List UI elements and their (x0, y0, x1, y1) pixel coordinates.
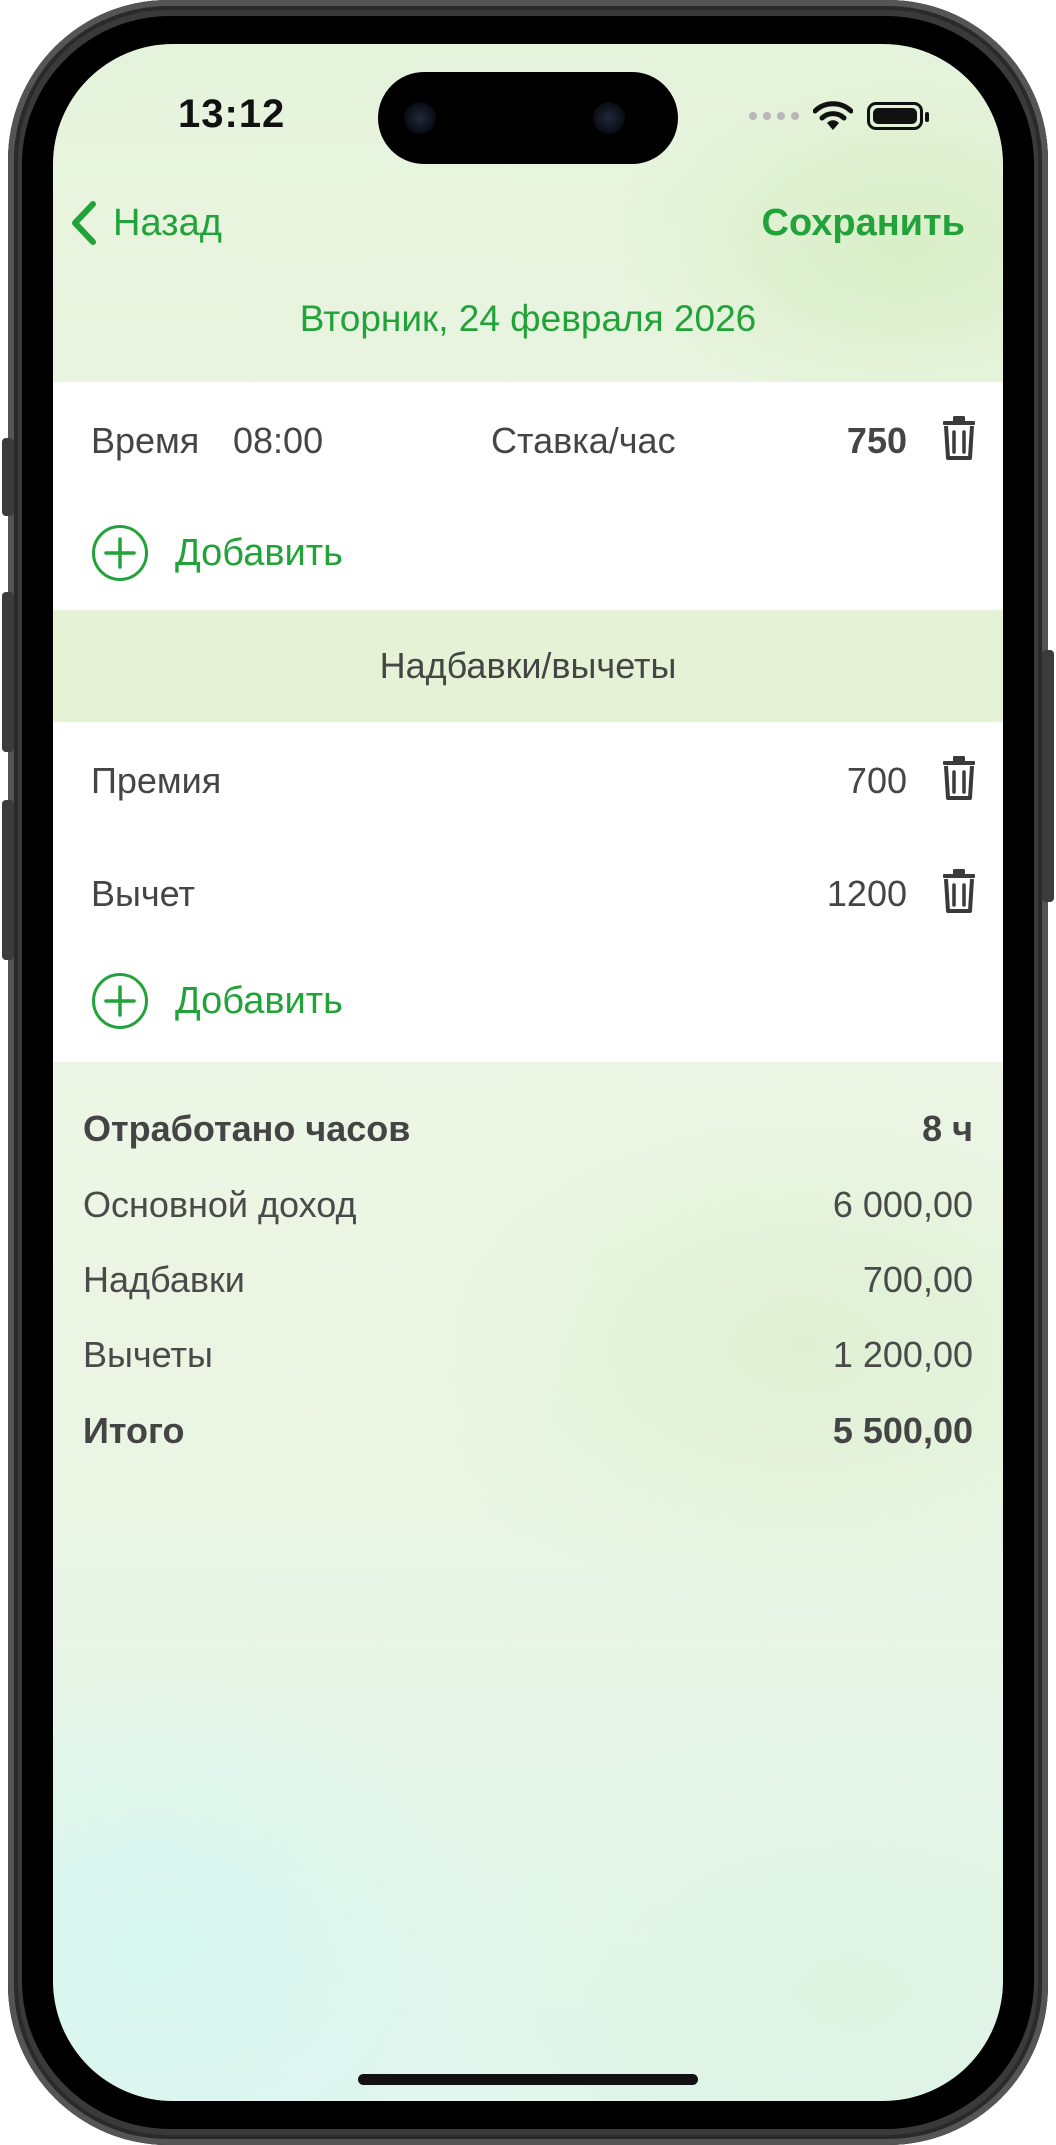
chevron-left-icon (72, 201, 96, 245)
date-title: Вторник, 24 февраля 2026 (299, 298, 757, 339)
adjustment-value[interactable]: 1200 (827, 873, 907, 915)
status-time: 13:12 (178, 92, 286, 136)
summary-bonus-label: Надбавки (83, 1259, 245, 1300)
add-label: Добавить (175, 979, 343, 1022)
add-time-button[interactable]: Добавить (91, 524, 343, 582)
trash-icon[interactable] (941, 756, 977, 800)
plus-circle-icon (92, 525, 148, 581)
summary-hours-label: Отработано часов (83, 1108, 411, 1149)
rate-value[interactable]: 750 (847, 420, 907, 462)
adjustment-row[interactable]: Премия 700 (53, 722, 1003, 834)
save-button[interactable]: Сохранить (762, 202, 965, 245)
wifi-icon (813, 101, 853, 130)
summary-hours-value: 8 ч (922, 1108, 973, 1149)
adjustments-section: Премия 700 Вычет 1200 Добавить (53, 722, 1003, 1062)
summary-total-label: Итого (83, 1410, 185, 1451)
screen: 13:12 Назад Сохранить Вторник, 24 феврал… (53, 44, 1003, 2101)
adjustment-value[interactable]: 700 (847, 760, 907, 802)
cellular-signal-icon (749, 112, 799, 120)
add-label: Добавить (175, 531, 343, 574)
power-button (1042, 650, 1054, 902)
plus-circle-icon (92, 973, 148, 1029)
status-icons (749, 96, 929, 136)
work-time-section: Время 08:00 Ставка/час 750 Добавить (53, 382, 1003, 610)
time-label: Время (91, 420, 200, 461)
back-button[interactable]: Назад (69, 200, 222, 246)
trash-icon[interactable] (941, 869, 977, 913)
summary-base-value: 6 000,00 (832, 1184, 973, 1225)
volume-up-button (2, 592, 14, 752)
adjustment-label: Премия (91, 760, 222, 801)
front-camera-icon (593, 102, 625, 134)
summary-deduct-value: 1 200,00 (832, 1334, 973, 1375)
time-row[interactable]: Время 08:00 Ставка/час 750 (53, 382, 1003, 494)
summary-total-value: 5 500,00 (832, 1410, 973, 1451)
back-label: Назад (113, 201, 222, 244)
action-button (2, 438, 14, 516)
front-sensor-icon (404, 102, 436, 134)
summary-bonus-value: 700,00 (862, 1259, 973, 1300)
rate-label: Ставка/час (491, 420, 676, 461)
summary-base-label: Основной доход (83, 1184, 357, 1225)
add-adjustment-button[interactable]: Добавить (91, 972, 343, 1030)
adjustment-row[interactable]: Вычет 1200 (53, 835, 1003, 947)
volume-down-button (2, 800, 14, 960)
summary-deduct-label: Вычеты (83, 1334, 213, 1375)
trash-icon[interactable] (941, 416, 977, 460)
home-indicator[interactable] (358, 2074, 698, 2085)
time-value[interactable]: 08:00 (233, 420, 323, 462)
adjustments-header: Надбавки/вычеты (53, 610, 1003, 722)
adjustment-label: Вычет (91, 873, 195, 914)
dynamic-island (378, 72, 678, 164)
battery-icon (867, 102, 929, 130)
